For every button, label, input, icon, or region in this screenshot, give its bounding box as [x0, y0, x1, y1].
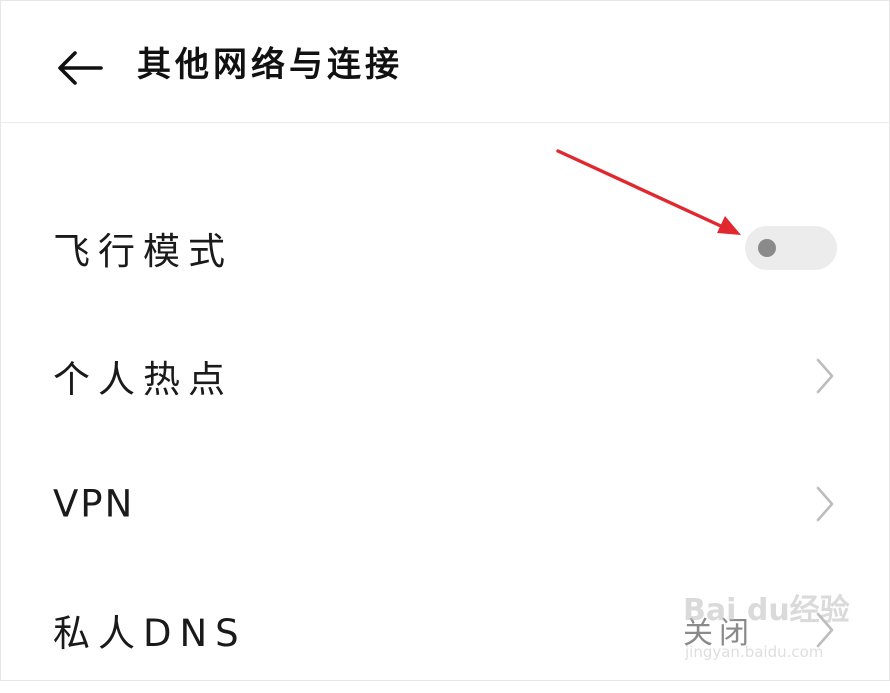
chevron-right-icon: [816, 486, 834, 522]
chevron-right-icon: [816, 358, 834, 394]
private-dns-value: 关闭: [683, 616, 755, 651]
setting-row-airplane-mode[interactable]: 飞行模式: [1, 185, 889, 311]
airplane-mode-toggle[interactable]: [745, 226, 837, 270]
chevron-right-icon: [816, 612, 834, 648]
page-title: 其他网络与连接: [137, 45, 403, 85]
toggle-knob: [758, 239, 776, 257]
setting-label-private-dns: 私人DNS: [53, 612, 247, 655]
setting-row-personal-hotspot[interactable]: 个人热点: [1, 313, 889, 439]
setting-label-personal-hotspot: 个人热点: [53, 358, 233, 401]
setting-row-vpn[interactable]: VPN: [1, 441, 889, 567]
setting-row-private-dns[interactable]: 私人DNS 关闭: [1, 567, 889, 693]
setting-label-vpn: VPN: [53, 482, 135, 526]
arrow-left-icon: [58, 51, 103, 85]
setting-label-airplane-mode: 飞行模式: [53, 230, 233, 273]
header-bar: 其他网络与连接: [1, 1, 889, 123]
back-button[interactable]: [49, 41, 109, 95]
